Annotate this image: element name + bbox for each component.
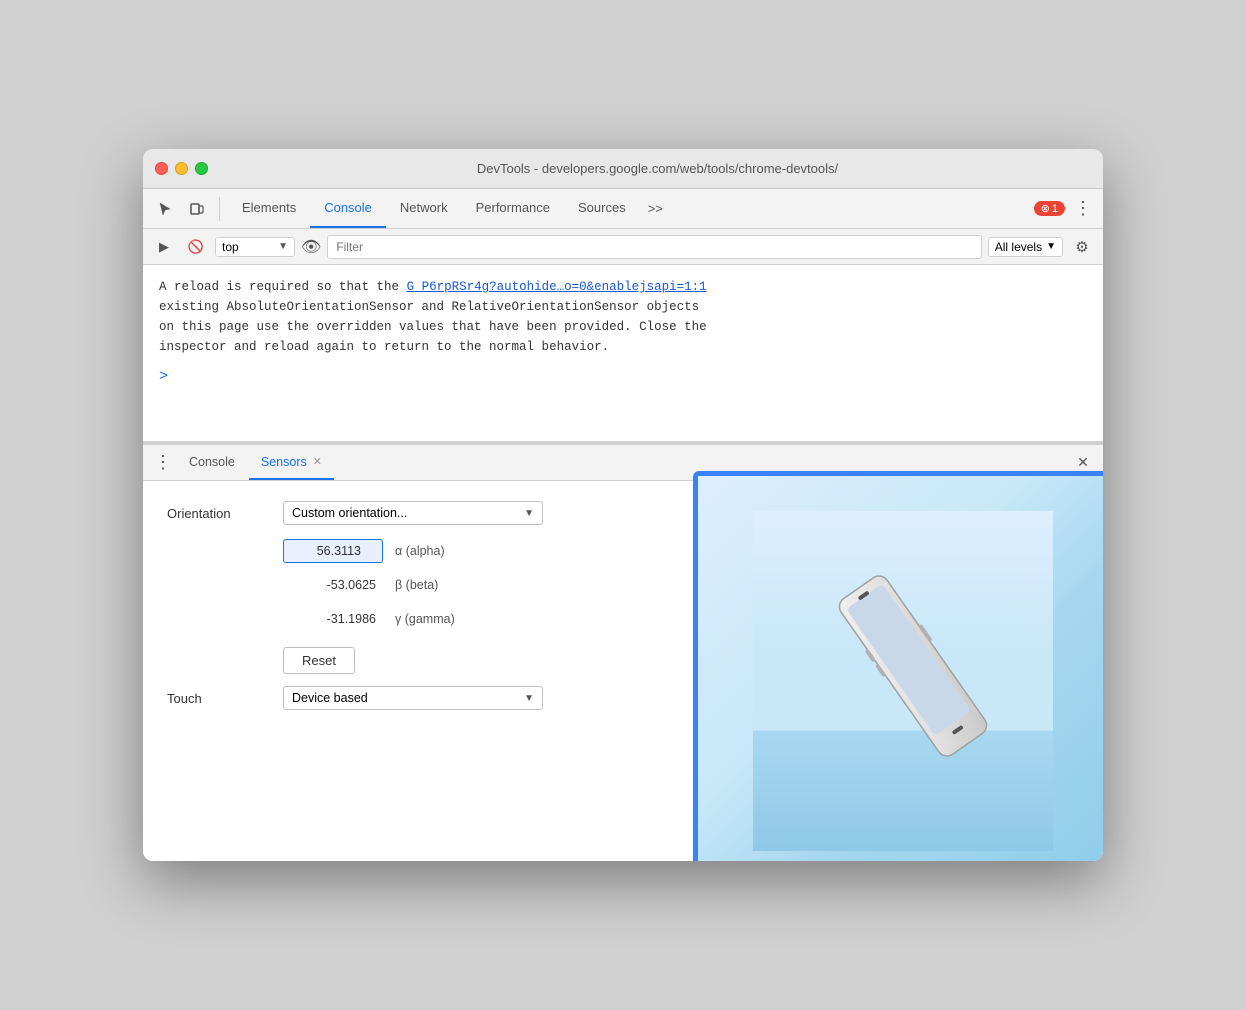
console-output: A reload is required so that the G_P6rpR…	[143, 265, 1103, 445]
maximize-button[interactable]	[195, 162, 208, 175]
filter-input[interactable]	[327, 235, 981, 259]
devtools-toolbar: Elements Console Network Performance Sou…	[143, 189, 1103, 229]
phone-viz-inner	[698, 476, 1103, 861]
level-selector[interactable]: All levels ▼	[988, 237, 1063, 257]
tab-navigation: Elements Console Network Performance Sou…	[228, 189, 671, 228]
eye-icon[interactable]: 👁	[301, 237, 321, 257]
traffic-lights	[155, 162, 208, 175]
bottom-more-button[interactable]: ⋮	[151, 451, 175, 475]
orientation-label: Orientation	[167, 506, 267, 521]
tab-performance[interactable]: Performance	[462, 189, 564, 228]
minimize-button[interactable]	[175, 162, 188, 175]
close-button[interactable]	[155, 162, 168, 175]
bottom-panel: ⋮ Console Sensors ✕ ✕ Orientation Custom…	[143, 445, 1103, 861]
device-toggle-icon[interactable]	[183, 195, 211, 223]
clear-console-button[interactable]: 🚫	[183, 234, 209, 260]
gamma-value: -31.1986	[283, 607, 383, 631]
console-link[interactable]: G_P6rpRSr4g?autohide…o=0&enablejsapi=1:1	[407, 280, 707, 294]
devtools-window: DevTools - developers.google.com/web/too…	[143, 149, 1103, 861]
tab-network[interactable]: Network	[386, 189, 462, 228]
context-dropdown-arrow: ▼	[278, 241, 288, 252]
level-dropdown-arrow: ▼	[1046, 241, 1056, 252]
devtools-menu-button[interactable]: ⋮	[1071, 197, 1095, 221]
console-message-line4: inspector and reload again to return to …	[159, 337, 1087, 357]
tab-elements[interactable]: Elements	[228, 189, 310, 228]
touch-dropdown-arrow: ▼	[524, 693, 534, 704]
orientation-dropdown-arrow: ▼	[524, 508, 534, 519]
sensors-panel: Orientation Custom orientation... ▼ α (a…	[143, 481, 1103, 861]
bottom-tab-sensors[interactable]: Sensors ✕	[249, 445, 334, 480]
beta-label: β (beta)	[395, 578, 485, 592]
error-count-badge: 1	[1052, 203, 1058, 215]
more-tabs-button[interactable]: >>	[640, 201, 671, 216]
touch-dropdown[interactable]: Device based ▼	[283, 686, 543, 710]
orientation-dropdown[interactable]: Custom orientation... ▼	[283, 501, 543, 525]
filter-bar: ▶ 🚫 top ▼ 👁 All levels ▼ ⚙	[143, 229, 1103, 265]
bottom-tab-console[interactable]: Console	[177, 445, 247, 480]
console-message-line3: on this page use the overridden values t…	[159, 317, 1087, 337]
beta-value: -53.0625	[283, 573, 383, 597]
touch-label: Touch	[167, 691, 267, 706]
reset-button[interactable]: Reset	[283, 647, 355, 674]
error-icon: ⊗	[1041, 202, 1050, 215]
alpha-input[interactable]	[283, 539, 383, 563]
tab-sources[interactable]: Sources	[564, 189, 640, 228]
console-prompt[interactable]: >	[159, 365, 1087, 389]
context-selector[interactable]: top ▼	[215, 237, 295, 257]
console-message-line2: existing AbsoluteOrientationSensor and R…	[159, 297, 1087, 317]
window-title: DevTools - developers.google.com/web/too…	[224, 161, 1091, 176]
title-bar: DevTools - developers.google.com/web/too…	[143, 149, 1103, 189]
settings-icon[interactable]: ⚙	[1069, 234, 1095, 260]
gamma-label: γ (gamma)	[395, 612, 485, 626]
console-message-line1: A reload is required so that the G_P6rpR…	[159, 277, 1087, 297]
phone-svg	[753, 511, 1053, 851]
toolbar-divider	[219, 197, 220, 221]
tab-console[interactable]: Console	[310, 189, 386, 228]
cursor-icon[interactable]	[151, 195, 179, 223]
run-script-button[interactable]: ▶	[151, 234, 177, 260]
alpha-label: α (alpha)	[395, 544, 485, 558]
sensors-tab-close[interactable]: ✕	[313, 455, 322, 468]
phone-visualization	[693, 471, 1103, 861]
